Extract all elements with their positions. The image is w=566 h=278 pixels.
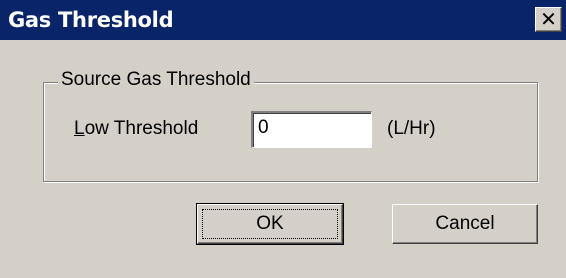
- mnemonic-letter: L: [74, 118, 85, 139]
- gas-threshold-dialog: Gas Threshold ✕ Source Gas Threshold Low…: [0, 0, 566, 278]
- window-title: Gas Threshold: [8, 8, 174, 32]
- unit-label: (L/Hr): [387, 118, 436, 139]
- low-threshold-input[interactable]: 0: [251, 111, 372, 148]
- close-icon: ✕: [540, 7, 557, 31]
- close-button[interactable]: ✕: [535, 7, 562, 32]
- cancel-button-label: Cancel: [435, 213, 495, 234]
- title-bar[interactable]: Gas Threshold ✕: [0, 0, 566, 40]
- group-legend: Source Gas Threshold: [58, 68, 254, 92]
- ok-button-label: OK: [256, 213, 284, 234]
- low-threshold-label: Low Threshold: [74, 117, 198, 141]
- cancel-button[interactable]: Cancel: [392, 204, 538, 244]
- ok-button[interactable]: OK: [196, 203, 344, 245]
- low-threshold-label-text: ow Threshold: [84, 118, 199, 139]
